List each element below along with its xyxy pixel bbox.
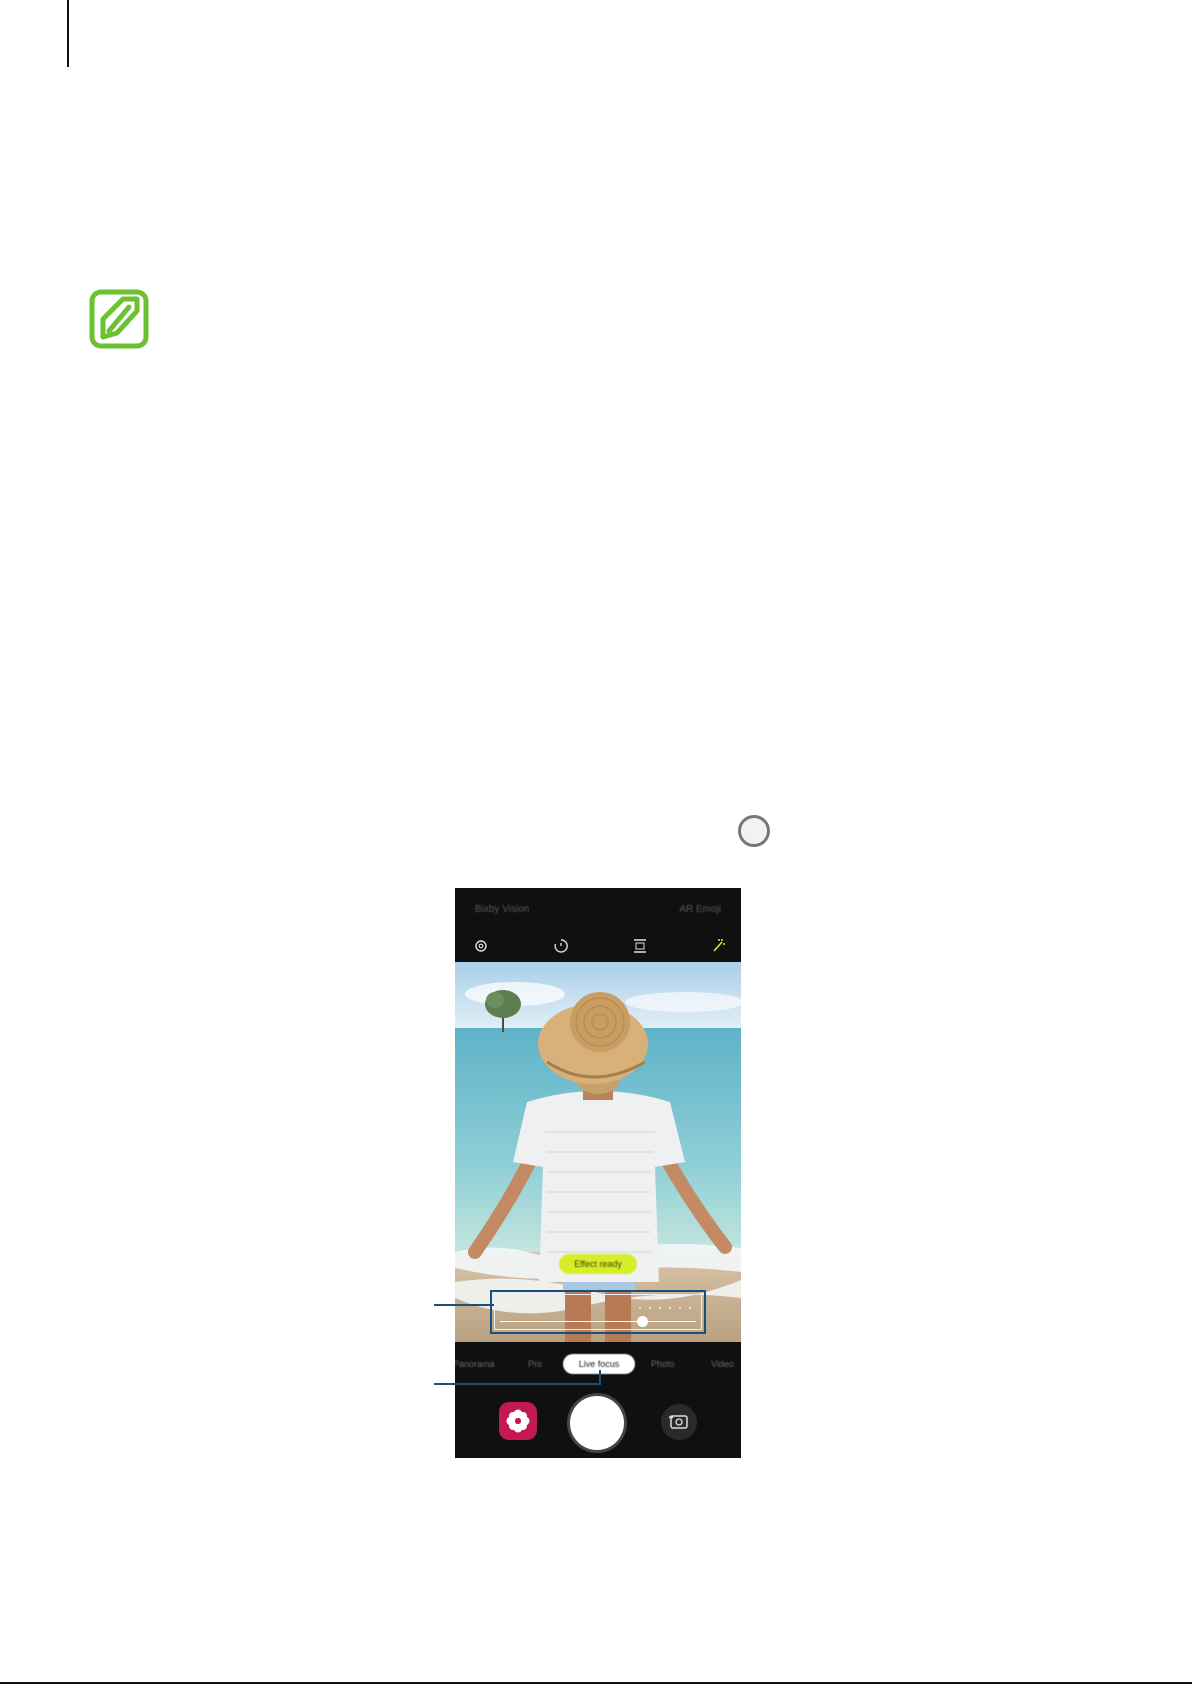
camera-preview[interactable]	[455, 962, 741, 1342]
blur-label: Blur	[500, 1300, 515, 1309]
camera-top-row: Bixby Vision AR Emoji	[455, 888, 741, 928]
shutter-button-icon	[738, 815, 770, 847]
camera-toolbar	[455, 926, 741, 966]
callout-line-live-focus-vertical	[599, 1370, 601, 1384]
switch-camera-button[interactable]	[661, 1404, 697, 1440]
switch-camera-icon	[668, 1415, 688, 1429]
ratio-icon[interactable]	[630, 936, 650, 956]
blur-slider-track[interactable]	[500, 1321, 696, 1322]
mode-photo[interactable]: Photo	[651, 1359, 675, 1369]
callout-line-blur-bar	[434, 1304, 494, 1306]
callout-line-live-focus	[434, 1383, 601, 1385]
camera-bottom-controls	[455, 1388, 741, 1458]
flower-icon	[506, 1409, 530, 1433]
effect-ready-badge: Effect ready	[559, 1254, 637, 1274]
page-border	[67, 0, 69, 67]
blur-slider-handle[interactable]	[637, 1316, 648, 1327]
slider-scale-dots	[638, 1306, 692, 1310]
blur-adjustment-frame	[494, 1294, 702, 1330]
ar-emoji-label[interactable]: AR Emoji	[679, 904, 721, 915]
mode-video[interactable]: Video	[711, 1359, 734, 1369]
shooting-modes: Panorama Pro Live focus Photo Video	[455, 1354, 741, 1378]
note-icon	[89, 289, 149, 349]
capture-button[interactable]	[570, 1396, 624, 1450]
timer-icon[interactable]	[551, 936, 571, 956]
blur-adjustment-bar[interactable]: Blur	[490, 1290, 706, 1334]
filters-icon[interactable]	[708, 936, 728, 956]
camera-screen: Bixby Vision AR Emoji Effect ready Blur …	[455, 888, 741, 1458]
settings-icon[interactable]	[471, 936, 491, 956]
mode-panorama[interactable]: Panorama	[455, 1359, 495, 1369]
mode-pro[interactable]: Pro	[528, 1359, 542, 1369]
gallery-button[interactable]	[499, 1402, 537, 1440]
footer-rule	[0, 1682, 1192, 1684]
bixby-vision-label[interactable]: Bixby Vision	[475, 904, 529, 915]
